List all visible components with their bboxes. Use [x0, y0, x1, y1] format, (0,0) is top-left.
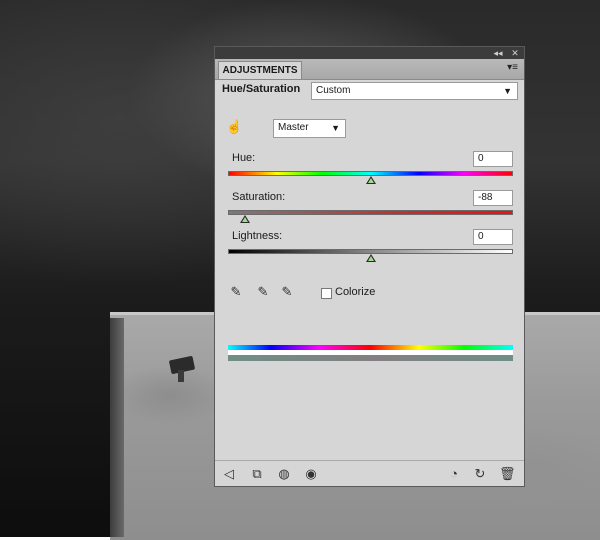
return-arrow-icon[interactable]: ◁ — [221, 466, 237, 482]
hue-label: Hue: — [232, 152, 256, 164]
panel-titlebar[interactable]: ◂◂ ✕ — [215, 47, 524, 59]
panel-bottom-toolbar: ◁ ⧉ ◍ ◉ ◔ ↻ 🗑 — [215, 460, 524, 487]
panel-menu-icon[interactable]: ▾≡ — [507, 62, 518, 73]
eyedropper-add-icon[interactable]: ✎ — [255, 284, 271, 300]
colorize-label: Colorize — [335, 286, 376, 298]
tab-adjustments[interactable]: ADJUSTMENTS — [218, 61, 302, 79]
reset-icon[interactable]: ↻ — [472, 466, 488, 482]
panel-tab-row: ADJUSTMENTS ▾≡ — [215, 59, 524, 80]
eyedropper-subtract-icon[interactable]: ✎ — [279, 284, 295, 300]
targeted-adjustment-icon[interactable]: ☝ — [226, 119, 242, 135]
visibility-circle-icon[interactable]: ◍ — [276, 466, 292, 482]
lightness-label: Lightness: — [232, 230, 283, 242]
preset-value: Custom — [316, 85, 351, 96]
wall-lamp-arm — [178, 370, 184, 382]
view-previous-icon[interactable]: ◔ — [446, 466, 462, 482]
saturation-slider-thumb[interactable] — [240, 215, 251, 223]
hue-slider-thumb[interactable] — [365, 176, 376, 184]
hue-field[interactable]: 0 — [473, 151, 513, 167]
clip-layer-icon[interactable]: ⧉ — [249, 466, 265, 482]
saturation-field[interactable]: -88 — [473, 190, 513, 206]
adjustment-title: Hue/Saturation — [222, 83, 301, 95]
eyedropper-icon[interactable]: ✎ — [228, 284, 244, 300]
wall-shadow — [110, 318, 124, 537]
saturation-slider-track[interactable] — [228, 210, 513, 215]
collapse-icon[interactable]: ◂◂ — [491, 47, 505, 59]
trash-icon[interactable]: 🗑 — [499, 466, 516, 482]
adjustments-panel: ◂◂ ✕ ADJUSTMENTS ▾≡ Hue/Saturation Custo… — [214, 46, 525, 487]
chevron-down-icon: ▼ — [503, 86, 512, 96]
eye-icon[interactable]: ◉ — [303, 466, 319, 482]
colorize-checkbox[interactable] — [321, 288, 332, 299]
preset-dropdown[interactable]: Custom ▼ — [311, 82, 518, 100]
lightness-slider-thumb[interactable] — [365, 254, 376, 262]
channel-value: Master — [278, 122, 309, 133]
close-icon[interactable]: ✕ — [508, 47, 522, 59]
lightness-field[interactable]: 0 — [473, 229, 513, 245]
channel-dropdown[interactable]: Master ▼ — [273, 119, 346, 138]
output-color-bar — [228, 355, 513, 361]
saturation-label: Saturation: — [232, 191, 286, 203]
chevron-down-icon: ▼ — [331, 123, 340, 133]
